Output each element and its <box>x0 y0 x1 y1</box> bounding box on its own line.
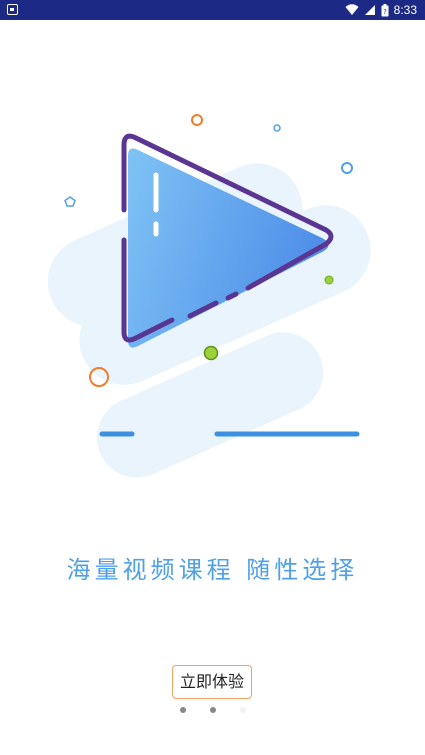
slogan: 海量视频课程 随性选择 <box>66 556 359 584</box>
green-dot-small <box>324 275 334 285</box>
green-dot <box>203 345 219 361</box>
orange-ring <box>191 114 203 126</box>
blue-pentagon <box>64 196 76 207</box>
play-illustration <box>47 114 371 478</box>
page-indicator <box>0 705 425 715</box>
status-time: 8:33 <box>393 3 417 17</box>
wifi-icon <box>345 4 359 15</box>
blue-ring <box>273 124 281 132</box>
signal-icon <box>364 5 375 15</box>
status-bar: ? 8:33 <box>0 0 425 20</box>
blue-ring-large <box>341 162 353 174</box>
page-dot-1[interactable] <box>179 707 186 713</box>
page-dot-2[interactable] <box>209 707 216 713</box>
status-icons: ? 8:33 <box>345 2 417 18</box>
battery-icon: ? <box>381 3 389 16</box>
notification-icon <box>7 4 18 15</box>
svg-text:?: ? <box>383 8 387 16</box>
start-experience-button[interactable]: 立即体验 <box>172 665 252 699</box>
page-dot-3[interactable] <box>239 707 246 713</box>
